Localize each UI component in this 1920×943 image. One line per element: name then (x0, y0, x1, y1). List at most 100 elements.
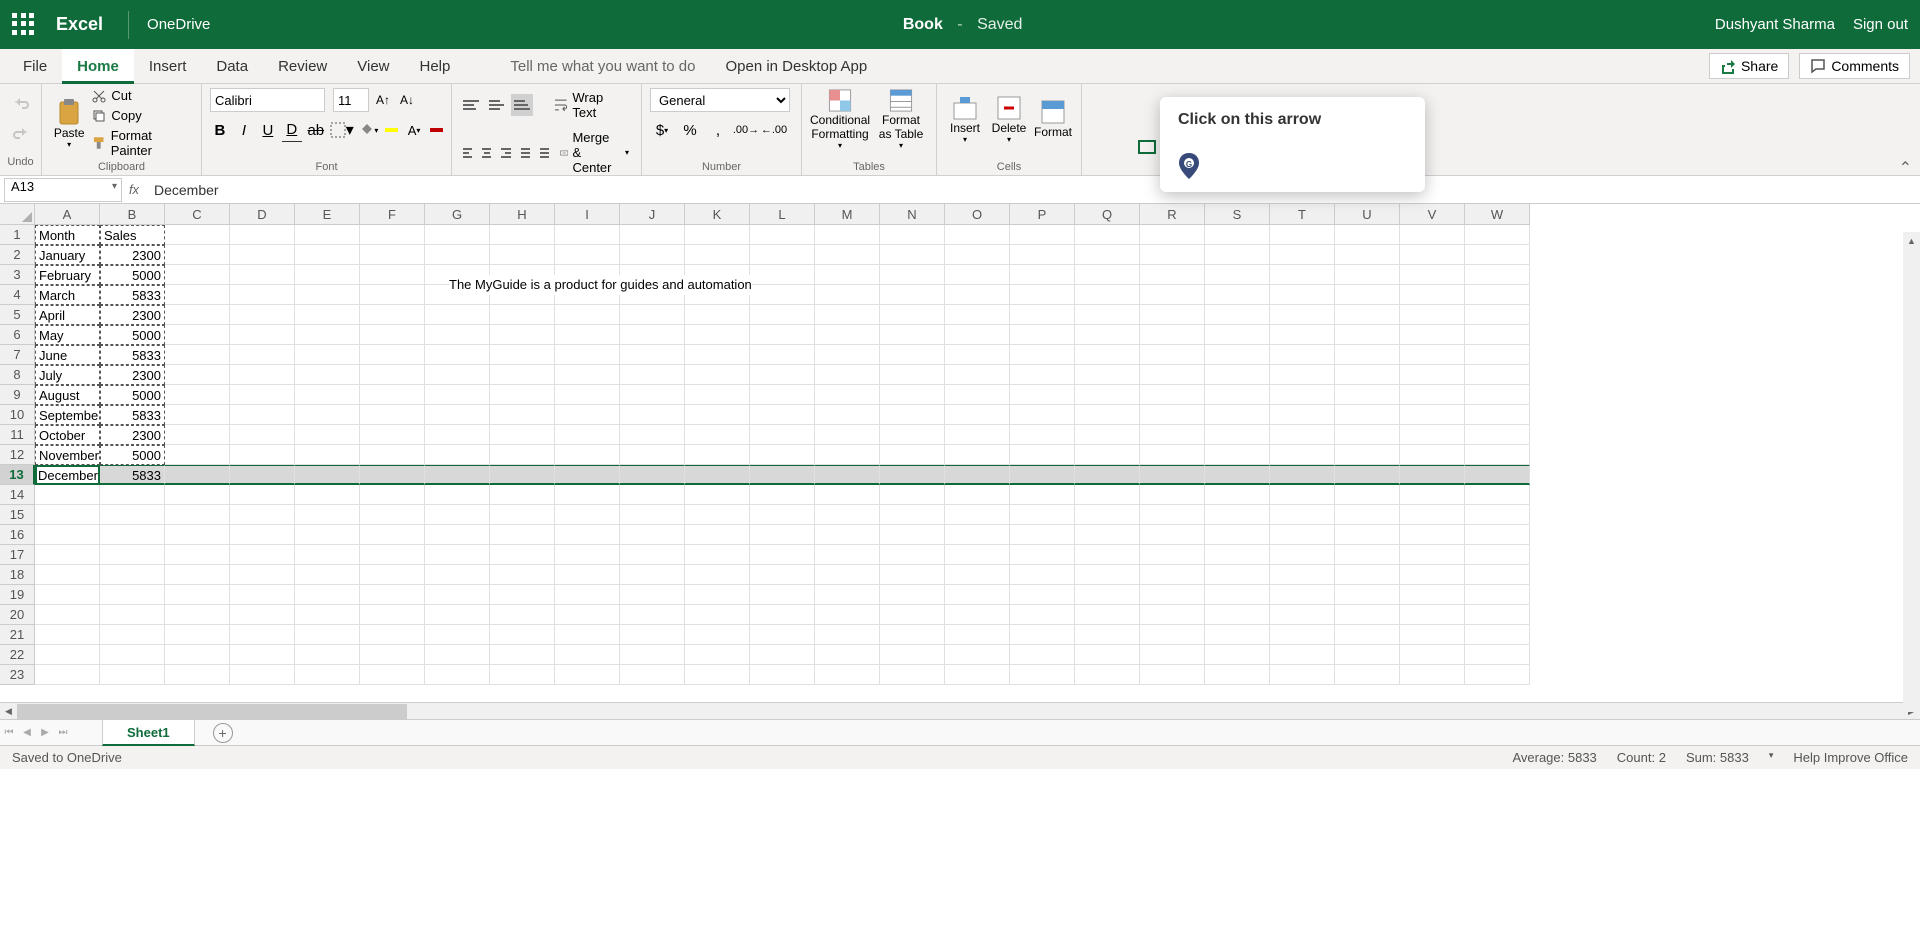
format-cells-button[interactable]: Format (1033, 88, 1073, 150)
cell[interactable] (425, 365, 490, 385)
conditional-formatting-button[interactable]: Conditional Formatting▾ (810, 88, 870, 150)
cell[interactable] (490, 325, 555, 345)
cell[interactable]: 2300 (100, 365, 165, 385)
column-header[interactable]: U (1335, 204, 1400, 225)
column-header[interactable]: A (35, 204, 100, 225)
cell[interactable] (295, 465, 360, 485)
cell[interactable] (360, 265, 425, 285)
cell[interactable] (1465, 305, 1530, 325)
copy-button[interactable]: Copy (92, 108, 193, 123)
cell[interactable] (620, 625, 685, 645)
italic-button[interactable]: I (234, 118, 254, 142)
cell[interactable] (945, 285, 1010, 305)
cell[interactable] (555, 505, 620, 525)
cell[interactable] (165, 365, 230, 385)
cell[interactable] (750, 565, 815, 585)
cell[interactable] (165, 305, 230, 325)
cell[interactable] (555, 225, 620, 245)
cell[interactable] (490, 385, 555, 405)
cell[interactable] (490, 645, 555, 665)
cell[interactable] (1400, 245, 1465, 265)
cell[interactable] (685, 525, 750, 545)
scroll-track[interactable] (17, 703, 1903, 720)
cell[interactable]: February (35, 265, 100, 285)
cell[interactable] (425, 385, 490, 405)
paste-button[interactable]: Paste ▾ (50, 93, 88, 153)
cell[interactable] (295, 405, 360, 425)
cell[interactable] (815, 545, 880, 565)
column-header[interactable]: F (360, 204, 425, 225)
cell[interactable] (1335, 525, 1400, 545)
cell[interactable] (1140, 425, 1205, 445)
font-name-select[interactable] (210, 88, 325, 112)
cell[interactable] (425, 565, 490, 585)
cell[interactable] (1140, 485, 1205, 505)
cell[interactable] (165, 665, 230, 685)
column-header[interactable]: J (620, 204, 685, 225)
cell[interactable] (945, 585, 1010, 605)
cell[interactable] (815, 525, 880, 545)
cell[interactable] (1140, 365, 1205, 385)
cell[interactable] (425, 645, 490, 665)
cell[interactable] (1075, 245, 1140, 265)
increase-indent-button[interactable] (537, 142, 552, 164)
row-header[interactable]: 5 (0, 305, 35, 325)
cell[interactable] (880, 465, 945, 485)
cell[interactable] (555, 445, 620, 465)
cell[interactable] (230, 425, 295, 445)
cell[interactable] (35, 645, 100, 665)
cell[interactable] (1010, 345, 1075, 365)
cell[interactable] (1140, 605, 1205, 625)
cell[interactable] (945, 365, 1010, 385)
cell[interactable] (620, 485, 685, 505)
cell[interactable] (490, 305, 555, 325)
cell[interactable] (1140, 585, 1205, 605)
cell[interactable] (1465, 445, 1530, 465)
cell[interactable] (1140, 665, 1205, 685)
cell[interactable] (1465, 525, 1530, 545)
cell[interactable] (1335, 445, 1400, 465)
cell[interactable] (360, 305, 425, 325)
cell[interactable] (1270, 485, 1335, 505)
cell[interactable] (35, 565, 100, 585)
cell[interactable] (1205, 645, 1270, 665)
cell[interactable] (555, 305, 620, 325)
cell[interactable] (100, 645, 165, 665)
cell[interactable] (620, 225, 685, 245)
cell[interactable] (230, 645, 295, 665)
cell[interactable] (295, 285, 360, 305)
cell[interactable] (555, 645, 620, 665)
cell[interactable] (230, 285, 295, 305)
cell[interactable] (1075, 285, 1140, 305)
cell[interactable] (230, 445, 295, 465)
cell[interactable] (1400, 665, 1465, 685)
cell[interactable] (1270, 345, 1335, 365)
cell[interactable] (360, 505, 425, 525)
cell[interactable] (1465, 245, 1530, 265)
fx-icon[interactable]: fx (122, 182, 146, 197)
cell[interactable] (1140, 285, 1205, 305)
cell[interactable] (620, 665, 685, 685)
cell[interactable] (1465, 265, 1530, 285)
cell[interactable] (490, 445, 555, 465)
cell[interactable] (815, 625, 880, 645)
cell[interactable] (1140, 625, 1205, 645)
cell[interactable] (880, 225, 945, 245)
cell[interactable] (165, 625, 230, 645)
cell[interactable] (750, 265, 815, 285)
cell[interactable] (1335, 485, 1400, 505)
cell[interactable] (880, 525, 945, 545)
cell[interactable] (620, 365, 685, 385)
cell[interactable] (165, 405, 230, 425)
cell[interactable] (750, 245, 815, 265)
cell[interactable] (945, 225, 1010, 245)
cell[interactable] (295, 325, 360, 345)
cell[interactable] (230, 545, 295, 565)
border-button[interactable]: ▾ (330, 118, 354, 142)
cell[interactable] (750, 465, 815, 485)
cell[interactable] (1465, 545, 1530, 565)
cell[interactable] (360, 225, 425, 245)
cell[interactable] (100, 565, 165, 585)
scroll-thumb[interactable] (17, 704, 407, 719)
cell[interactable] (1335, 585, 1400, 605)
